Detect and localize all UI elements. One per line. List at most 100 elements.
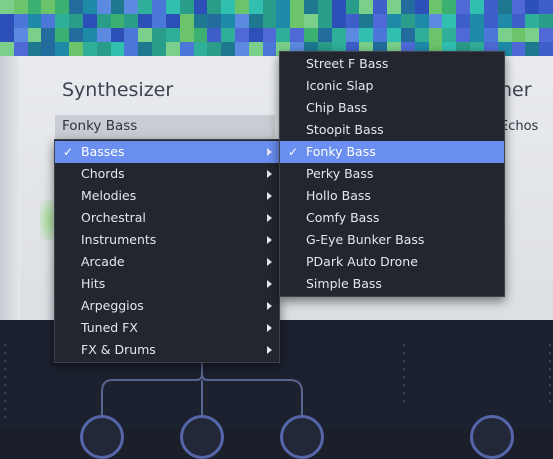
mosaic-tile xyxy=(152,0,166,14)
mosaic-tile xyxy=(276,0,291,14)
mosaic-tile xyxy=(193,42,208,56)
grid-dots xyxy=(549,344,551,404)
mosaic-tile xyxy=(525,14,540,28)
mosaic-tile xyxy=(317,28,332,42)
check-icon: ✓ xyxy=(288,145,299,159)
mosaic-tile xyxy=(82,0,97,14)
mosaic-tile xyxy=(400,28,415,42)
menu-item[interactable]: Chip Bass xyxy=(280,97,504,119)
menu-item[interactable]: FX & Drums xyxy=(55,339,279,361)
menu-item-label: PDark Auto Drone xyxy=(306,254,418,269)
mosaic-tile xyxy=(331,0,346,14)
knob[interactable] xyxy=(470,415,514,459)
knob[interactable] xyxy=(180,415,224,459)
mosaic-tile xyxy=(165,28,180,42)
menu-item-label: Tuned FX xyxy=(81,320,138,335)
menu-item[interactable]: Tuned FX xyxy=(55,317,279,339)
menu-item-label: FX & Drums xyxy=(81,342,156,357)
mosaic-tile xyxy=(317,14,332,28)
mosaic-tile xyxy=(483,28,498,42)
mosaic-tile xyxy=(0,42,14,56)
mosaic-tile xyxy=(193,28,208,42)
menu-item[interactable]: Hollo Bass xyxy=(280,185,504,207)
mosaic-tile xyxy=(359,14,374,28)
menu-item[interactable]: Stoopit Bass xyxy=(280,119,504,141)
mosaic-tile xyxy=(248,28,263,42)
mosaic-tile xyxy=(69,42,83,56)
mosaic-tile xyxy=(193,14,208,28)
mosaic-tile xyxy=(96,28,111,42)
menu-item[interactable]: Hits xyxy=(55,273,279,295)
mosaic-tile xyxy=(387,14,401,28)
mosaic-tile xyxy=(442,0,457,14)
knob[interactable] xyxy=(80,415,124,459)
menu-item[interactable]: Arcade xyxy=(55,251,279,273)
preset-selector[interactable]: Fonky Bass xyxy=(55,115,275,139)
knob[interactable] xyxy=(280,415,324,459)
menu-item-label: Chords xyxy=(81,166,125,181)
effect-label: Echos xyxy=(500,119,539,134)
mosaic-tile xyxy=(248,42,263,56)
chevron-right-icon xyxy=(267,236,272,244)
menu-item-label: G-Eye Bunker Bass xyxy=(306,232,425,247)
mosaic-tile xyxy=(0,28,14,42)
mosaic-tile xyxy=(456,28,471,42)
mosaic-tile xyxy=(138,14,153,28)
menu-item-label: Chip Bass xyxy=(306,100,368,115)
mosaic-tile xyxy=(179,28,194,42)
mosaic-tile xyxy=(331,28,346,42)
preset-submenu: Street F Bass Iconic Slap Chip Bass Stoopit… xyxy=(279,51,505,297)
mosaic-tile xyxy=(497,0,512,14)
mosaic-tile xyxy=(207,42,222,56)
menu-item[interactable]: PDark Auto Drone xyxy=(280,251,504,273)
mosaic-tile xyxy=(497,14,512,28)
mosaic-tile xyxy=(124,0,139,14)
menu-item[interactable]: Chords xyxy=(55,163,279,185)
mosaic-tile xyxy=(276,14,291,28)
mosaic-tile xyxy=(248,0,263,14)
mosaic-tile xyxy=(317,0,332,14)
menu-item[interactable]: Instruments xyxy=(55,229,279,251)
mosaic-tile xyxy=(13,42,28,56)
menu-item[interactable]: Melodies xyxy=(55,185,279,207)
chevron-right-icon xyxy=(267,192,272,200)
menu-item-label: Simple Bass xyxy=(306,276,382,291)
mosaic-tile xyxy=(55,0,70,14)
mosaic-tile xyxy=(483,14,498,28)
mosaic-tile xyxy=(525,0,540,14)
mosaic-tile xyxy=(110,42,125,56)
menu-item[interactable]: Orchestral xyxy=(55,207,279,229)
mosaic-tile xyxy=(331,14,346,28)
mosaic-tile xyxy=(179,0,194,14)
menu-item-label: Melodies xyxy=(81,188,137,203)
menu-item[interactable]: ✓ Fonky Bass xyxy=(280,141,504,163)
mosaic-tile xyxy=(539,0,553,14)
mosaic-tile xyxy=(41,28,56,42)
mosaic-tile xyxy=(110,28,125,42)
menu-item[interactable]: Comfy Bass xyxy=(280,207,504,229)
menu-item[interactable]: Simple Bass xyxy=(280,273,504,295)
menu-item-label: Perky Bass xyxy=(306,166,374,181)
mosaic-tile xyxy=(207,0,222,14)
menu-item[interactable]: Arpeggios xyxy=(55,295,279,317)
menu-item[interactable]: ✓ Basses xyxy=(55,141,279,163)
mosaic-tile xyxy=(124,14,139,28)
menu-item-label: Fonky Bass xyxy=(306,144,376,159)
mosaic-tile xyxy=(110,0,125,14)
mosaic-tile xyxy=(456,0,471,14)
mosaic-tile xyxy=(235,14,249,28)
mosaic-tile xyxy=(359,0,374,14)
menu-item[interactable]: Perky Bass xyxy=(280,163,504,185)
mosaic-tile xyxy=(13,14,28,28)
mosaic-tile xyxy=(69,14,83,28)
menu-item-label: Hits xyxy=(81,276,106,291)
mosaic-tile xyxy=(221,0,236,14)
mosaic-tile xyxy=(27,14,42,28)
mosaic-tile xyxy=(414,0,429,14)
menu-item[interactable]: Iconic Slap xyxy=(280,75,504,97)
mosaic-tile xyxy=(179,14,194,28)
mosaic-tile xyxy=(539,28,553,42)
menu-item[interactable]: Street F Bass xyxy=(280,53,504,75)
menu-item[interactable]: G-Eye Bunker Bass xyxy=(280,229,504,251)
mosaic-tile xyxy=(27,42,42,56)
